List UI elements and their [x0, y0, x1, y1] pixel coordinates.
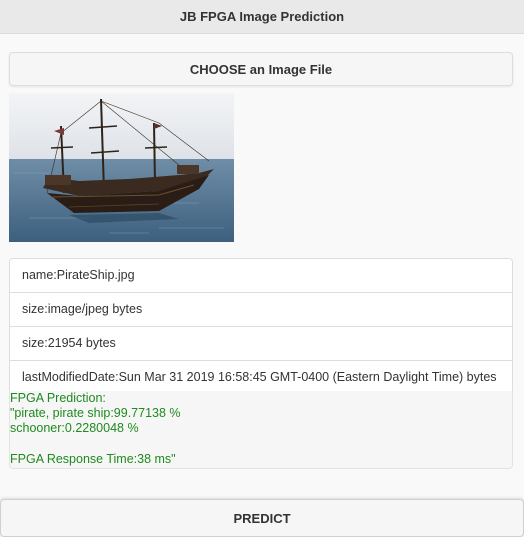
page-title: JB FPGA Image Prediction — [179, 9, 345, 24]
predict-button[interactable]: PREDICT — [0, 499, 524, 537]
prediction-output: FPGA Prediction: "pirate, pirate ship:99… — [9, 391, 513, 469]
choose-image-file-button[interactable]: CHOOSE an Image File — [9, 52, 513, 86]
file-size-item: size:21954 bytes — [10, 327, 512, 361]
file-type-item: size:image/jpeg bytes — [10, 293, 512, 327]
file-modified-item: lastModifiedDate:Sun Mar 31 2019 16:58:4… — [22, 370, 497, 384]
choose-image-file-label: CHOOSE an Image File — [189, 61, 333, 77]
app-header: JB FPGA Image Prediction — [0, 0, 524, 34]
predict-button-label: PREDICT — [233, 510, 291, 526]
file-name-item: name:PirateShip.jpg — [10, 259, 512, 293]
file-info-list: name:PirateShip.jpg size:image/jpeg byte… — [9, 258, 513, 394]
image-preview — [9, 93, 234, 242]
